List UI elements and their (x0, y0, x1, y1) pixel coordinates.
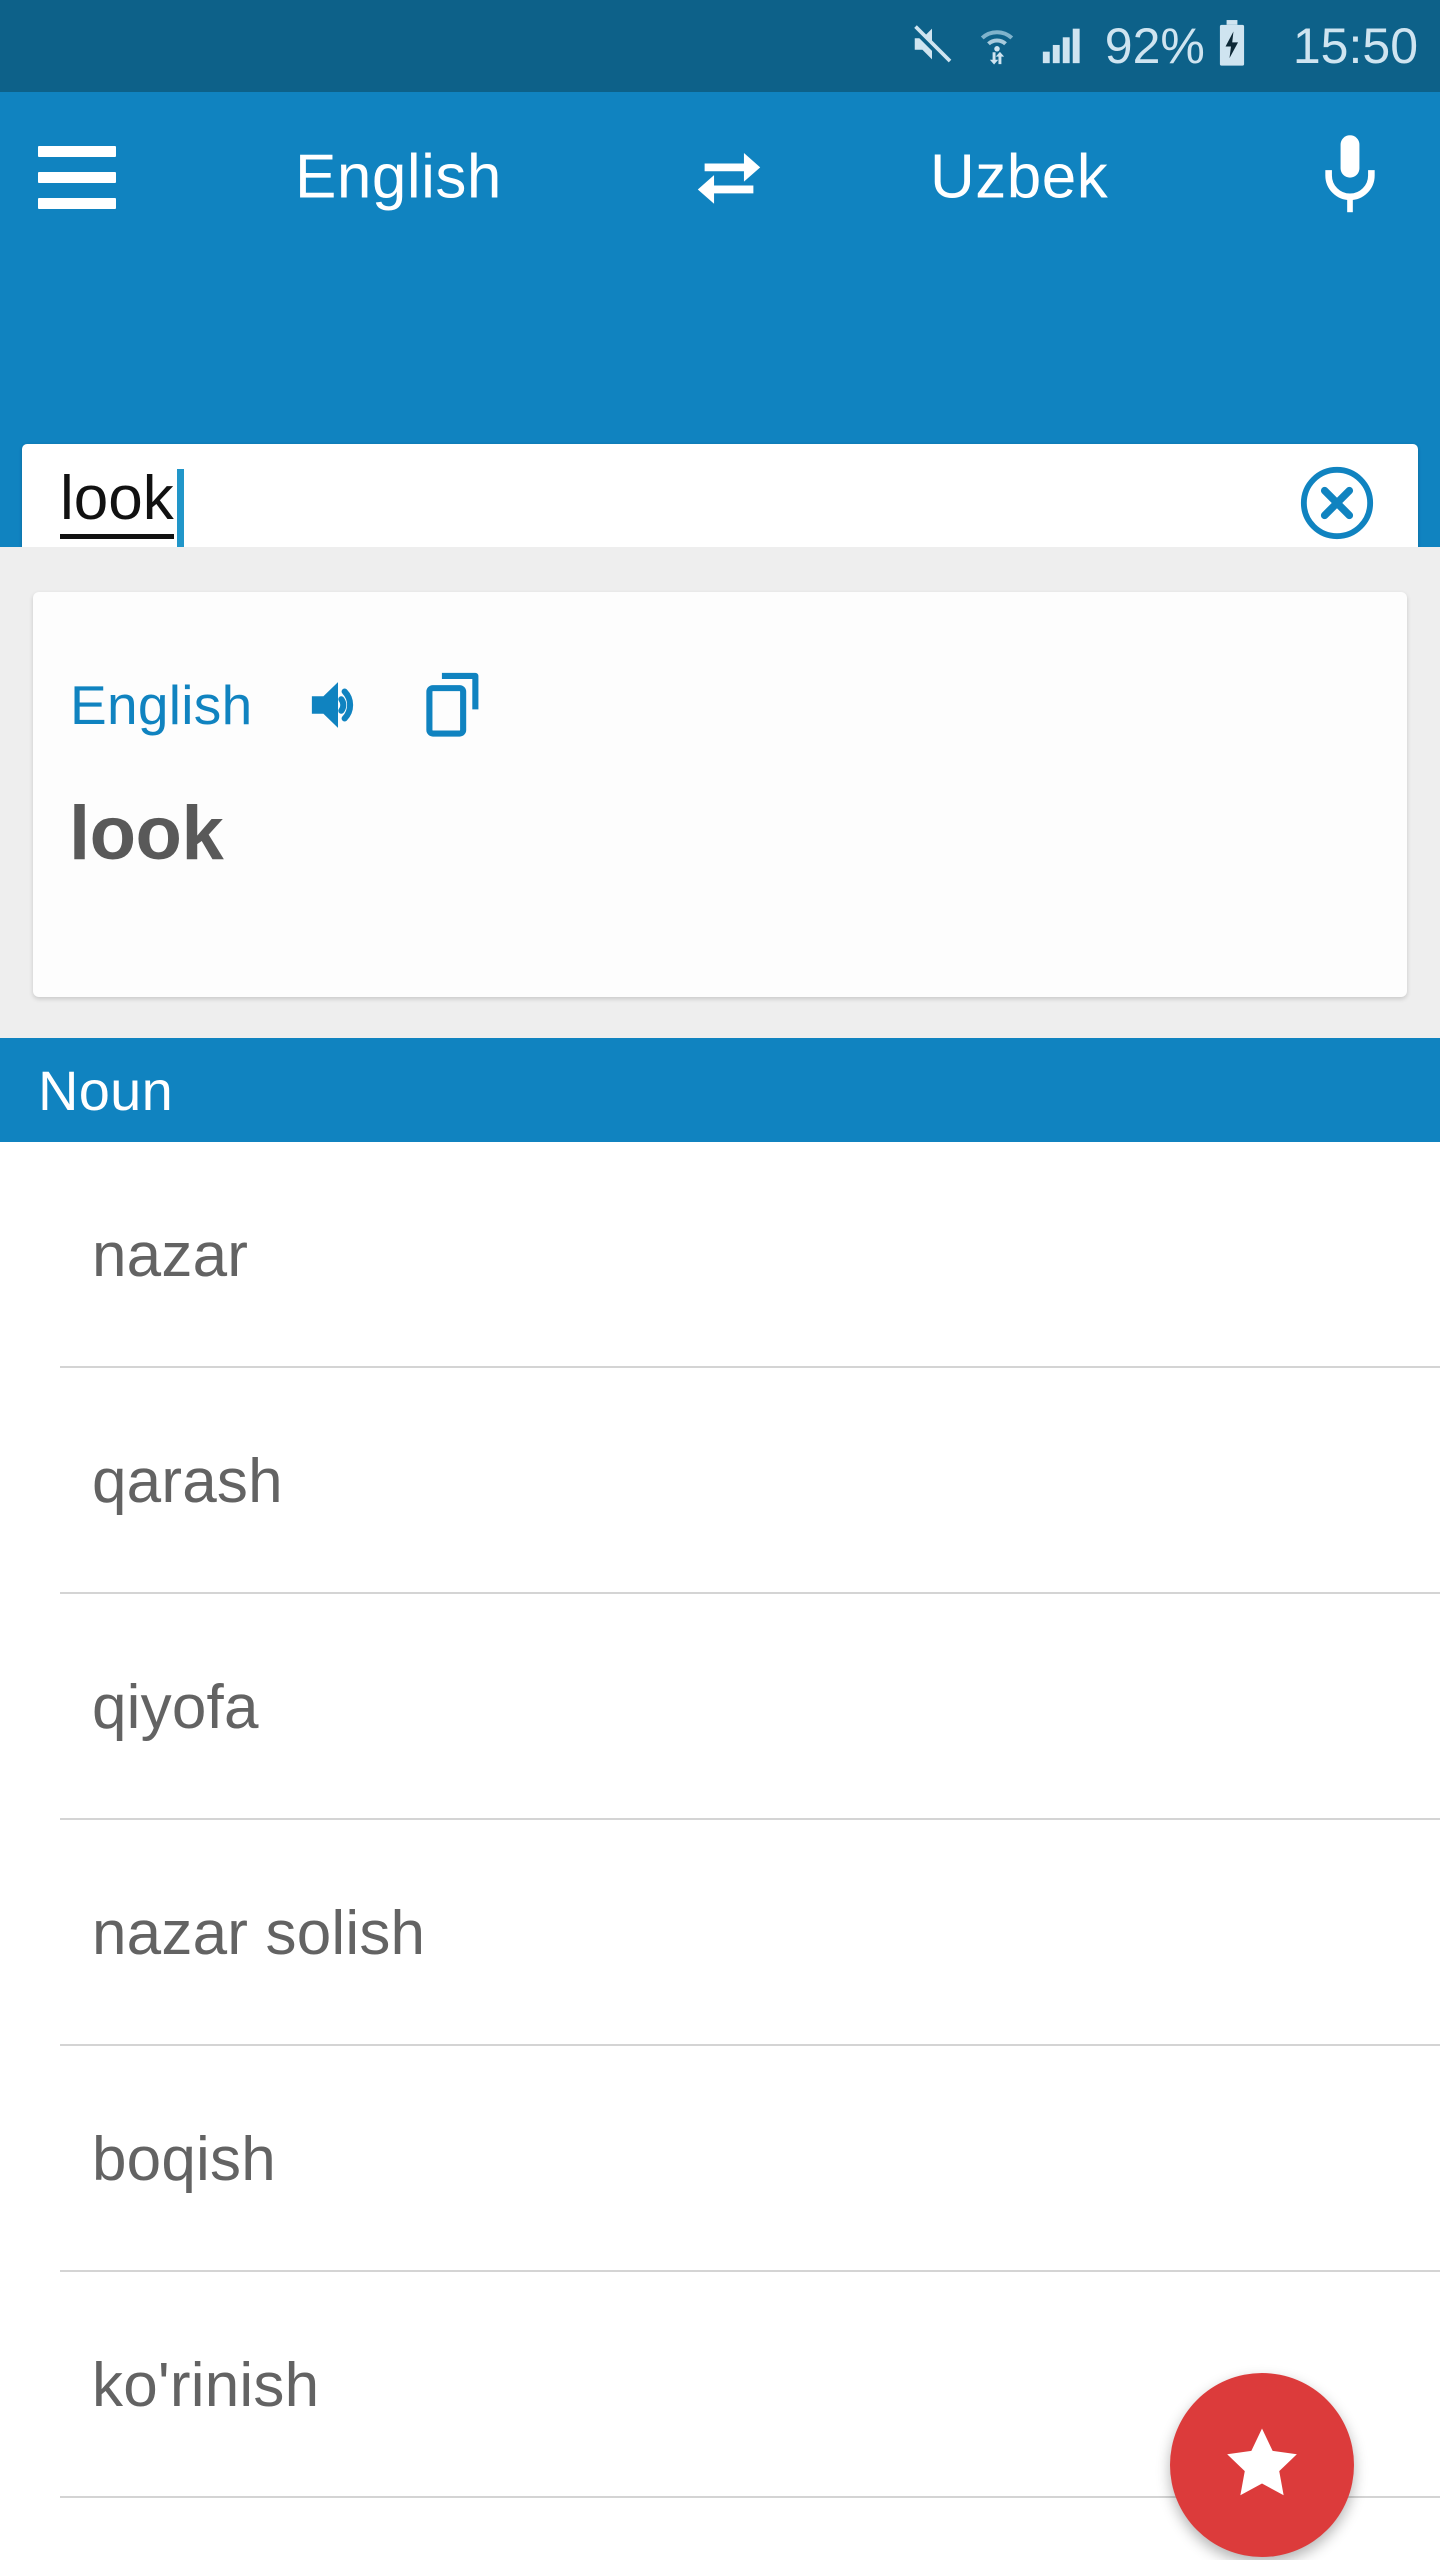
favorites-fab-button[interactable] (1170, 2373, 1354, 2557)
translation-text: boqish (92, 2124, 276, 2194)
app-bar-top-row: English Uzbek (0, 92, 1440, 262)
list-item[interactable]: qarash (0, 1368, 1440, 1594)
card-header-row: English (70, 670, 487, 740)
translation-text: qiyofa (92, 1672, 259, 1742)
part-of-speech-header: Noun (0, 1038, 1440, 1142)
clock-label: 15:50 (1292, 18, 1418, 74)
search-input[interactable]: look (22, 444, 1298, 562)
list-item[interactable]: qiyofa (0, 1594, 1440, 1820)
copy-icon[interactable] (423, 670, 487, 740)
app-bar: English Uzbek look (0, 92, 1440, 562)
translation-text: qarash (92, 1446, 283, 1516)
hamburger-bar (38, 145, 116, 157)
battery-percent-label: 92% (1104, 18, 1205, 74)
translation-text: ko'rinish (92, 2350, 320, 2420)
source-word-card: English look (33, 592, 1407, 997)
wifi-icon (975, 21, 1019, 72)
source-word: look (69, 791, 224, 876)
hamburger-menu-icon[interactable] (38, 145, 158, 209)
swap-horizontal-icon[interactable] (690, 136, 768, 219)
text-cursor (176, 469, 184, 555)
source-language-button[interactable]: English (295, 142, 502, 213)
star-icon (1218, 2419, 1306, 2512)
search-box[interactable]: look (22, 444, 1418, 562)
list-item[interactable]: nazar (0, 1142, 1440, 1368)
microphone-icon[interactable] (1312, 131, 1388, 224)
card-language-label: English (70, 674, 253, 736)
list-item[interactable]: boqish (0, 2046, 1440, 2272)
translation-list: nazar qarash qiyofa nazar solish boqish … (0, 1142, 1440, 2560)
target-language-button[interactable]: Uzbek (930, 142, 1108, 213)
volume-mute-icon (909, 21, 955, 72)
hamburger-bar (38, 171, 116, 183)
app-root: 92% 15:50 English Uzbek look English loo… (0, 0, 1440, 2560)
status-bar: 92% 15:50 (0, 0, 1440, 92)
clear-circle-icon[interactable] (1298, 464, 1376, 542)
search-input-value: look (60, 467, 174, 539)
translation-text: nazar solish (92, 1898, 426, 1968)
volume-up-icon[interactable] (305, 674, 371, 736)
hamburger-bar (38, 197, 116, 209)
status-bar-icons: 92% 15:50 (909, 17, 1418, 75)
battery-charging-icon (1215, 19, 1249, 74)
signal-bars-icon (1039, 21, 1085, 72)
part-of-speech-label: Noun (38, 1058, 174, 1122)
translation-text: nazar (92, 1220, 249, 1290)
list-item[interactable]: nazar solish (0, 1820, 1440, 2046)
